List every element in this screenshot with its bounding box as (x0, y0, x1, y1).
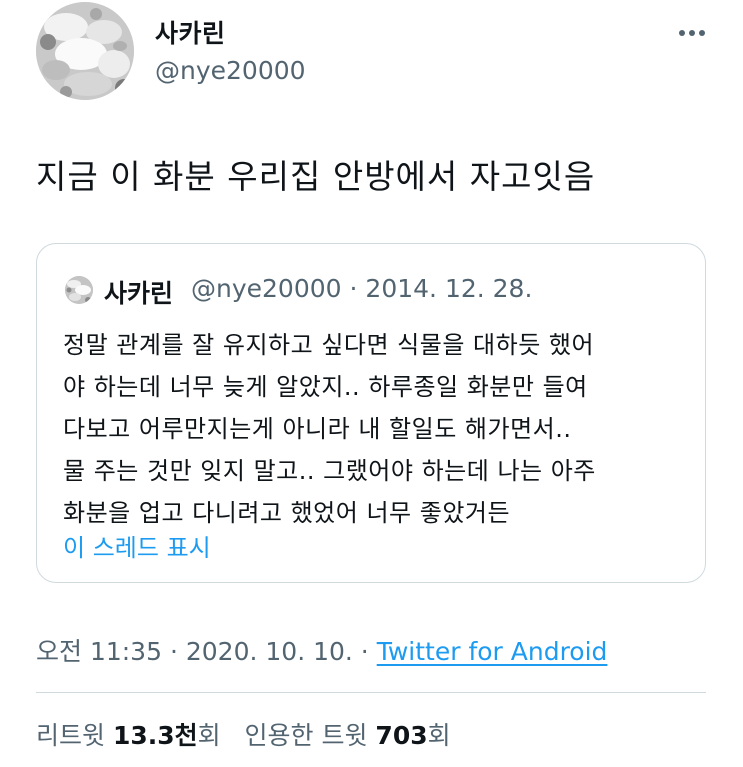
more-options-button[interactable] (670, 18, 714, 48)
retweets-label: 리트윗 (36, 721, 106, 750)
quoted-avatar-image (65, 276, 93, 304)
more-horizontal-icon (679, 30, 705, 36)
tweet-header: 사카린 @nye20000 (0, 0, 743, 120)
quoted-handle-date: @nye20000 · 2014. 12. 28. (191, 274, 532, 303)
tweet-stats: 리트윗 13.3천회 인용한 트윗 703회 (36, 716, 451, 752)
quote-tweets-stat[interactable]: 인용한 트윗 703회 (245, 721, 451, 750)
quoted-tweet-card[interactable]: 사카린 @nye20000 · 2014. 12. 28. 정말 관계를 잘 유… (36, 243, 706, 583)
divider (36, 692, 706, 693)
tweet-meta: 오전 11:35 · 2020. 10. 10. · Twitter for A… (36, 632, 607, 668)
quoted-handle: @nye20000 (191, 274, 342, 303)
quoted-text-line: 다보고 어루만지는게 아니라 내 할일도 해가면서.. (63, 415, 572, 443)
quoted-tweet-text: 정말 관계를 잘 유지하고 싶다면 식물을 대하듯 했어 야 하는데 너무 늦게… (63, 324, 693, 534)
quoted-avatar (65, 276, 93, 304)
show-thread-link[interactable]: 이 스레드 표시 (63, 528, 211, 563)
quotes-count: 703 (375, 721, 428, 750)
retweets-suffix: 회 (197, 721, 221, 750)
quotes-label: 인용한 트윗 (244, 721, 368, 750)
meta-separator: · (360, 637, 369, 666)
quoted-date: 2014. 12. 28. (365, 274, 533, 303)
author-display-name[interactable]: 사카린 (155, 14, 226, 50)
quoted-separator: · (349, 274, 358, 303)
author-handle[interactable]: @nye20000 (155, 56, 306, 85)
quoted-display-name: 사카린 (104, 279, 174, 308)
quoted-text-line: 정말 관계를 잘 유지하고 싶다면 식물을 대하듯 했어 (63, 331, 595, 359)
tweet-source-link[interactable]: Twitter for Android (377, 637, 608, 666)
quotes-suffix: 회 (427, 721, 451, 750)
retweets-stat[interactable]: 리트윗 13.3천회 (36, 721, 221, 750)
avatar-image (36, 2, 134, 100)
quoted-text-line: 야 하는데 너무 늦게 알았지.. 하루종일 화분만 들여 (63, 373, 588, 401)
tweet-date: 2020. 10. 10. (185, 637, 353, 666)
retweets-count: 13.3천 (112, 721, 198, 750)
tweet-text: 지금 이 화분 우리집 안방에서 자고잇음 (36, 157, 596, 196)
quoted-text-line: 물 주는 것만 잊지 말고.. 그랬어야 하는데 나는 아주 (63, 457, 596, 485)
meta-separator: · (169, 637, 178, 666)
avatar[interactable] (36, 2, 134, 100)
tweet-time: 오전 11:35 (36, 637, 162, 666)
